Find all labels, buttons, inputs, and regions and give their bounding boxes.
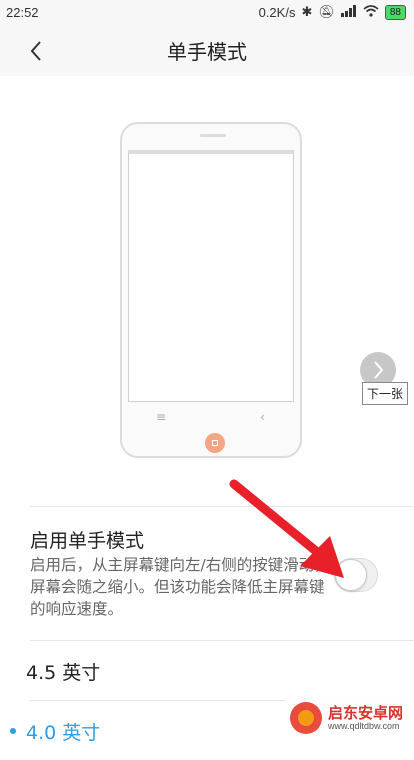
annotation-arrow: [229, 479, 344, 578]
option-label: 4.5 英寸: [26, 662, 101, 684]
setting-title: 启用单手模式: [30, 530, 145, 552]
status-time: 22:52: [6, 5, 39, 20]
bluetooth-icon: ✱: [301, 4, 313, 19]
phone-screen: [128, 150, 294, 402]
status-bar: 22:52 0.2K/s ✱ 🔕︎ 88: [0, 0, 414, 26]
status-icons: 0.2K/s ✱ 🔕︎ 88: [259, 4, 406, 20]
next-tooltip: 下一张: [362, 382, 409, 405]
wifi-icon: [363, 4, 379, 20]
watermark-name: 启东安卓网: [328, 703, 404, 722]
watermark-url: www.qdltdbw.com: [328, 720, 400, 731]
menu-key-icon: ≡: [156, 410, 167, 424]
phone-speaker: [200, 134, 226, 137]
phone-illustration: ≡ ‹: [120, 122, 302, 458]
page-title: 单手模式: [167, 40, 247, 64]
back-key-icon: ‹: [260, 410, 265, 424]
home-key-icon: [205, 433, 225, 453]
battery-icon: 88: [384, 4, 406, 20]
watermark-logo-icon: [290, 701, 322, 734]
preview-area: ≡ ‹ 下一张: [0, 76, 414, 506]
header: 单手模式: [0, 26, 414, 76]
watermark: 启东安卓网 www.qdltdbw.com: [286, 696, 414, 739]
signal-icon: [340, 4, 357, 20]
option-label: 4.0 英寸: [26, 722, 101, 744]
network-speed: 0.2K/s: [258, 4, 296, 20]
mute-icon: 🔕︎: [318, 4, 335, 19]
option-4-5-inch[interactable]: 4.5 英寸: [0, 640, 414, 700]
selected-indicator: [10, 728, 16, 734]
